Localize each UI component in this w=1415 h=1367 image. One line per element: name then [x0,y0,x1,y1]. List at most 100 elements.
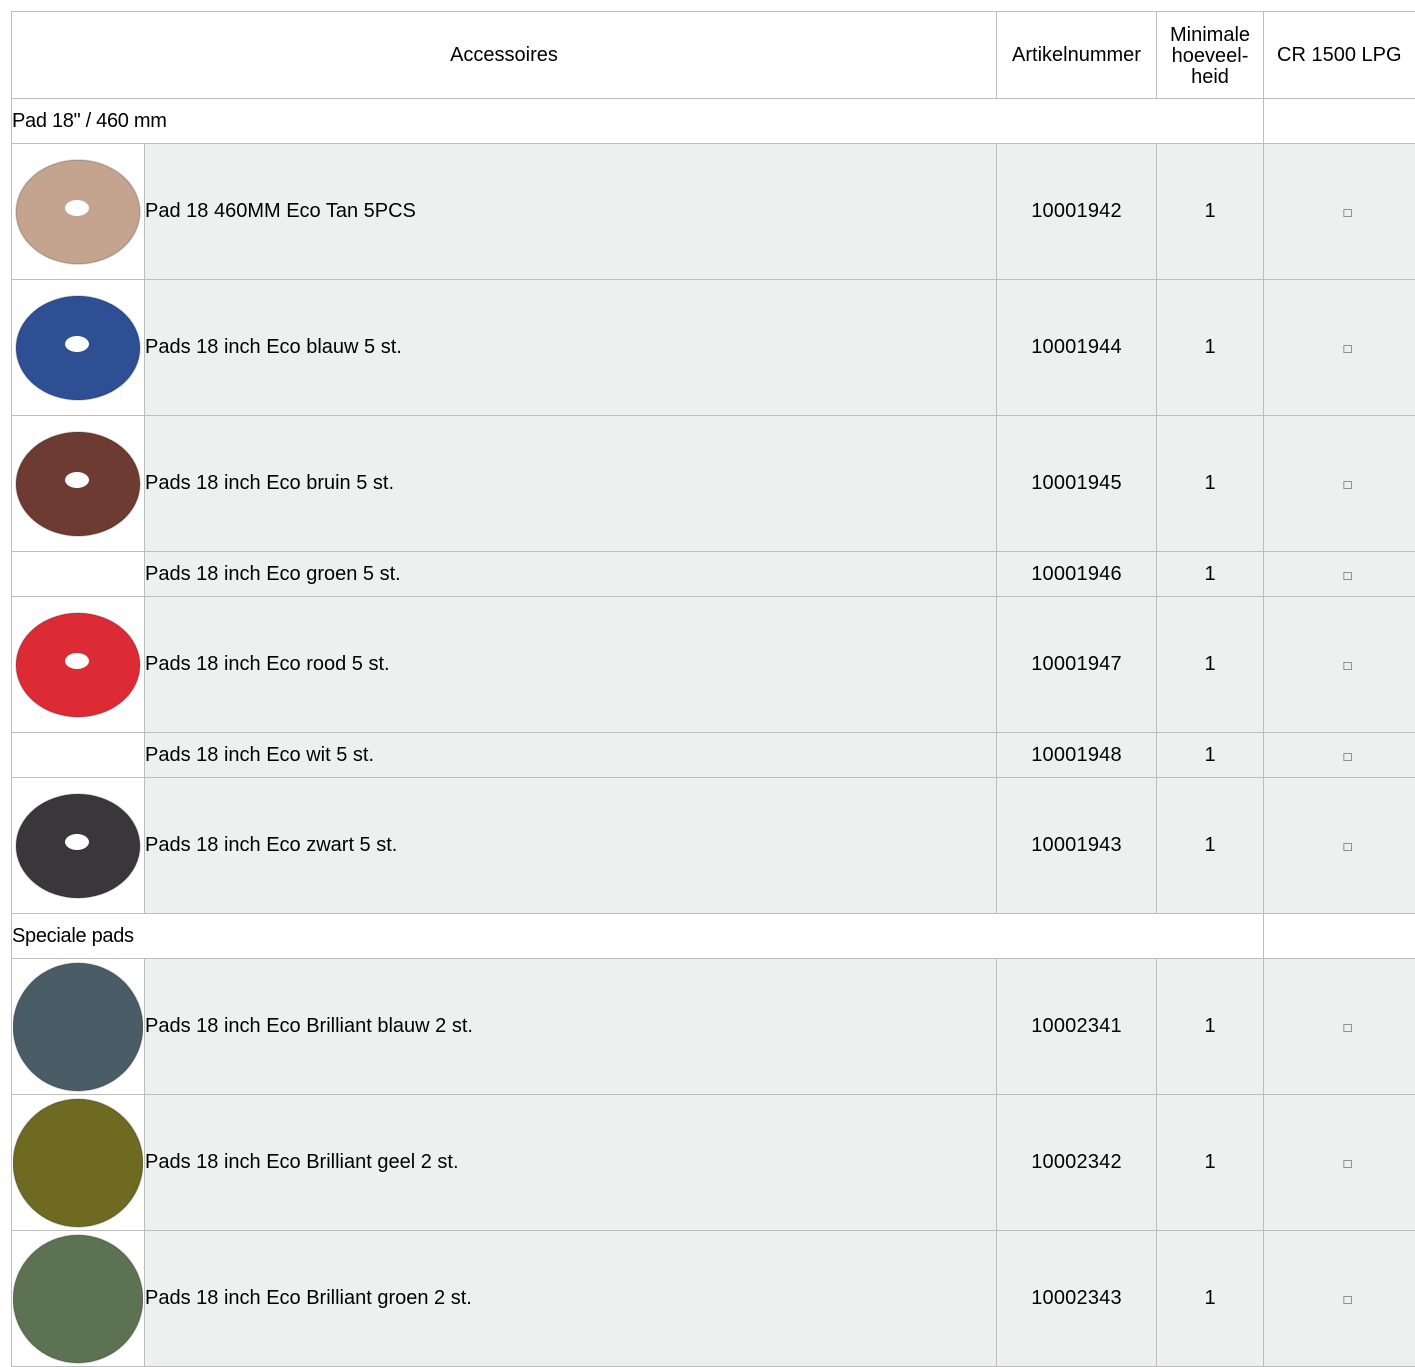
item-min-qty: 1 [1157,778,1264,914]
pad-disc [13,963,143,1091]
item-min-qty: 1 [1157,733,1264,778]
item-model-cell: □ [1264,552,1415,597]
header-min-qty: Minimale hoeveel-heid [1157,12,1264,99]
pad-disc [13,1235,143,1363]
section-model-cell [1264,914,1415,959]
item-description: Pads 18 inch Eco bruin 5 st. [145,416,997,552]
pad-image-cell [12,597,145,733]
item-article-number: 10001942 [997,144,1157,280]
pad-center-hole [65,834,89,850]
pad-image-cell [12,733,145,778]
pad-image-cell [12,959,145,1095]
pad-image [13,147,143,277]
item-description: Pads 18 inch Eco blauw 5 st. [145,280,997,416]
availability-box: □ [1344,341,1352,356]
item-model-cell: □ [1264,959,1415,1095]
item-model-cell: □ [1264,778,1415,914]
item-description: Pads 18 inch Eco wit 5 st. [145,733,997,778]
table-row: Pad 18 460MM Eco Tan 5PCS100019421 □ [12,144,1415,280]
item-min-qty: 1 [1157,597,1264,733]
pad-image-cell [12,416,145,552]
table-row: Pads 18 inch Eco Brilliant groen 2 st.10… [12,1231,1415,1367]
pad-image [13,419,143,549]
item-min-qty: 1 [1157,959,1264,1095]
item-model-cell: □ [1264,144,1415,280]
item-min-qty: 1 [1157,144,1264,280]
item-description: Pads 18 inch Eco Brilliant groen 2 st. [145,1231,997,1367]
item-article-number: 10002341 [997,959,1157,1095]
availability-box: □ [1344,568,1352,583]
item-model-cell: □ [1264,733,1415,778]
section-model-cell [1264,99,1415,144]
item-model-cell: □ [1264,1231,1415,1367]
availability-box: □ [1344,205,1352,220]
item-article-number: 10002343 [997,1231,1157,1367]
pad-disc [13,1099,143,1227]
item-article-number: 10001948 [997,733,1157,778]
item-min-qty: 1 [1157,552,1264,597]
availability-box: □ [1344,839,1352,854]
header-min-qty-text: Minimale hoeveel-heid [1168,25,1252,88]
table-row: Pads 18 inch Eco rood 5 st.100019471 □ [12,597,1415,733]
pad-image [13,962,143,1092]
item-min-qty: 1 [1157,280,1264,416]
pad-image [13,1234,143,1364]
section-title: Pad 18" / 460 mm [12,99,1264,144]
pad-image [13,600,143,730]
availability-box: □ [1344,477,1352,492]
item-article-number: 10002342 [997,1095,1157,1231]
table-body: Pad 18" / 460 mmPad 18 460MM Eco Tan 5PC… [12,99,1415,1367]
section-row: Speciale pads [12,914,1415,959]
pad-image-cell [12,552,145,597]
accessories-table: Accessoires Artikelnummer Minimale hoeve… [11,11,1415,1367]
pad-center-hole [65,472,89,488]
item-min-qty: 1 [1157,1095,1264,1231]
item-article-number: 10001947 [997,597,1157,733]
availability-box: □ [1344,1292,1352,1307]
header-accessories: Accessoires [12,12,997,99]
pad-image-cell [12,1231,145,1367]
item-article-number: 10001944 [997,280,1157,416]
availability-box: □ [1344,1156,1352,1171]
pad-center-hole [65,336,89,352]
pad-center-hole [65,200,89,216]
item-article-number: 10001945 [997,416,1157,552]
header-article-number: Artikelnummer [997,12,1157,99]
availability-box: □ [1344,1020,1352,1035]
availability-box: □ [1344,658,1352,673]
pad-image [13,781,143,911]
pad-image-cell [12,1095,145,1231]
item-description: Pads 18 inch Eco rood 5 st. [145,597,997,733]
header-row: Accessoires Artikelnummer Minimale hoeve… [12,12,1415,99]
item-description: Pad 18 460MM Eco Tan 5PCS [145,144,997,280]
item-description: Pads 18 inch Eco zwart 5 st. [145,778,997,914]
section-row: Pad 18" / 460 mm [12,99,1415,144]
table-row: Pads 18 inch Eco zwart 5 st.100019431 □ [12,778,1415,914]
table-row: Pads 18 inch Eco wit 5 st.100019481 □ [12,733,1415,778]
pad-center-hole [65,653,89,669]
item-min-qty: 1 [1157,1231,1264,1367]
item-article-number: 10001943 [997,778,1157,914]
item-model-cell: □ [1264,597,1415,733]
pad-image-cell [12,144,145,280]
pad-image-cell [12,280,145,416]
accessories-sheet: Accessoires Artikelnummer Minimale hoeve… [0,0,1415,1358]
pad-image-cell [12,778,145,914]
table-row: Pads 18 inch Eco groen 5 st.100019461 □ [12,552,1415,597]
item-article-number: 10001946 [997,552,1157,597]
item-model-cell: □ [1264,416,1415,552]
table-row: Pads 18 inch Eco Brilliant blauw 2 st.10… [12,959,1415,1095]
item-min-qty: 1 [1157,416,1264,552]
item-description: Pads 18 inch Eco groen 5 st. [145,552,997,597]
table-row: Pads 18 inch Eco Brilliant geel 2 st.100… [12,1095,1415,1231]
pad-image [13,283,143,413]
availability-box: □ [1344,749,1352,764]
item-model-cell: □ [1264,1095,1415,1231]
header-model: CR 1500 LPG [1264,12,1415,99]
item-model-cell: □ [1264,280,1415,416]
table-row: Pads 18 inch Eco blauw 5 st.100019441 □ [12,280,1415,416]
item-description: Pads 18 inch Eco Brilliant blauw 2 st. [145,959,997,1095]
section-title: Speciale pads [12,914,1264,959]
item-description: Pads 18 inch Eco Brilliant geel 2 st. [145,1095,997,1231]
table-row: Pads 18 inch Eco bruin 5 st.100019451 □ [12,416,1415,552]
